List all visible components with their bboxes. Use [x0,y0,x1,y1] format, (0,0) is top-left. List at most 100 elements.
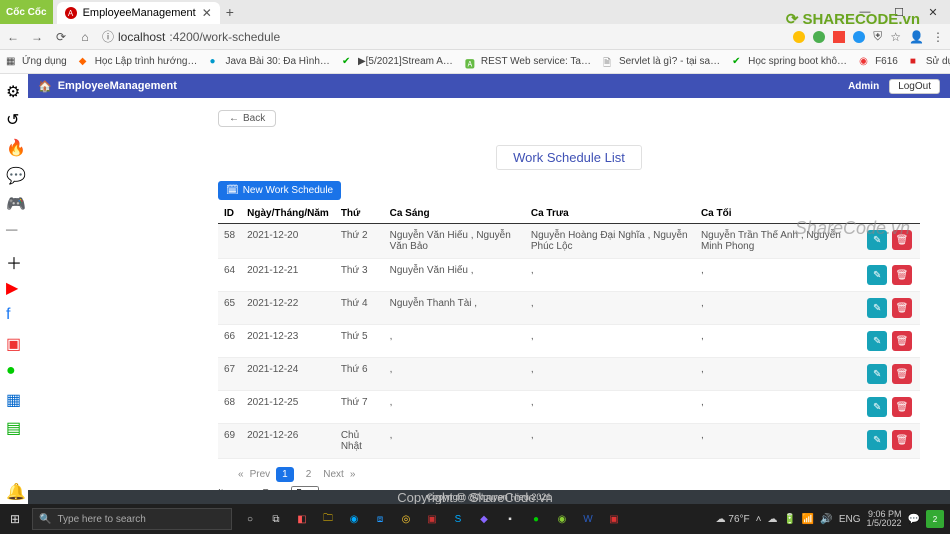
nav-home-icon[interactable]: ⌂ [78,30,92,44]
weather-widget[interactable]: ☁ 76°F [716,514,750,525]
edit-button[interactable]: ✎ [867,230,887,250]
gear-icon[interactable]: ⚙ [6,82,22,98]
app-icon[interactable]: ▣ [422,509,442,529]
tray-volume-icon[interactable]: 🔊 [820,514,832,525]
facebook-icon[interactable]: f [6,306,22,322]
bookmark-item[interactable]: ■Sử dụng Directive tr… [910,56,950,68]
browser-menu-icon[interactable]: ⋮ [932,30,944,44]
delete-button[interactable]: 🗑 [892,230,912,250]
ext-dot-icon[interactable]: ● [6,362,22,378]
edge-icon[interactable]: ◉ [344,509,364,529]
pager-next[interactable]: Next [323,469,344,480]
new-work-schedule-button[interactable]: 🗓 New Work Schedule [218,181,341,200]
table-row: 642021-12-21Thứ 3Nguyễn Văn Hiếu ,,, ✎ 🗑 [218,259,920,292]
notification-bell-icon[interactable]: 🔔 [6,482,22,498]
tray-lang[interactable]: ENG [839,514,861,525]
edit-button[interactable]: ✎ [867,397,887,417]
edit-button[interactable]: ✎ [867,265,887,285]
site-info-icon[interactable]: ⓘ [102,28,114,45]
delete-button[interactable]: 🗑 [892,265,912,285]
cortana-icon[interactable]: ○ [240,509,260,529]
cell-date: 2021-12-26 [241,424,335,459]
chrome-icon[interactable]: ◎ [396,509,416,529]
apps-shortcut[interactable]: ▦Ứng dụng [6,56,67,68]
delete-button[interactable]: 🗑 [892,364,912,384]
bookmark-item[interactable]: ◉F616 [859,56,898,68]
bookmark-star-icon[interactable]: ☆ [890,30,901,44]
vscode-icon[interactable]: ⧈ [370,509,390,529]
tray-battery-icon[interactable]: 🔋 [783,514,795,525]
nav-reload-icon[interactable]: ⟳ [54,30,68,44]
ext-square-icon[interactable]: ▣ [6,334,22,350]
app-icon[interactable]: ◧ [292,509,312,529]
edit-button[interactable]: ✎ [867,364,887,384]
explorer-icon[interactable]: 🗀 [318,509,338,529]
taskbar-search[interactable]: 🔍 Type here to search [32,508,232,530]
nav-back-icon[interactable]: ← [6,30,20,44]
logout-button[interactable]: LogOut [889,79,940,94]
cell-day: Thứ 7 [335,391,384,424]
window-close-icon[interactable]: ✕ [916,0,950,24]
notification-count[interactable]: 2 [926,510,944,528]
cell-morning: , [384,391,525,424]
browser-tab[interactable]: A EmployeeManagement ✕ [57,2,220,24]
close-tab-icon[interactable]: ✕ [202,6,212,20]
back-button[interactable]: ← Back [218,110,276,127]
start-button[interactable]: ⊞ [0,512,30,526]
browser-profile-icon[interactable]: 👤 [909,30,924,44]
nav-forward-icon[interactable]: → [30,30,44,44]
bookmark-item[interactable]: ✔Học spring boot khô… [732,56,847,68]
tray-chevron-icon[interactable]: ˄ [756,514,762,525]
edit-button[interactable]: ✎ [867,331,887,351]
pager-last-icon[interactable]: » [350,469,356,480]
bookmark-item[interactable]: ◆Học Lập trình hướng… [79,56,198,68]
delete-button[interactable]: 🗑 [892,397,912,417]
plus-icon[interactable]: ＋ [6,250,22,266]
delete-button[interactable]: 🗑 [892,331,912,351]
bookmark-item[interactable]: 🗎Servlet là gì? - tại sa… [603,56,720,68]
tray-wifi-icon[interactable]: 📶 [802,514,814,525]
ext-icon-green[interactable] [813,31,825,43]
skype-icon[interactable]: S [448,509,468,529]
ext-grid-icon[interactable]: ▤ [6,418,22,434]
tray-cloud-icon[interactable]: ☁ [767,514,777,525]
word-icon[interactable]: W [578,509,598,529]
vs-icon[interactable]: ◆ [474,509,494,529]
pager-prev[interactable]: Prev [250,469,271,480]
terminal-icon[interactable]: ▪ [500,509,520,529]
messenger-icon[interactable]: 💬 [6,166,22,182]
cell-noon: , [525,358,695,391]
app-icon[interactable]: ● [526,509,546,529]
taskview-icon[interactable]: ⧉ [266,509,286,529]
cell-evening: , [695,358,861,391]
pager-page-1[interactable]: 1 [276,467,294,482]
bookmark-item[interactable]: ●Java Bài 30: Đa Hình… [209,56,330,68]
history-icon[interactable]: ↺ [6,110,22,126]
url-display[interactable]: ⓘ localhost:4200/work-schedule [102,28,280,45]
url-host: localhost [118,30,165,44]
edit-button[interactable]: ✎ [867,298,887,318]
pager-first-icon[interactable]: « [238,469,244,480]
app-footer: Copyright @Nguyen Hieu 2021 [28,490,950,504]
edit-button[interactable]: ✎ [867,430,887,450]
bookmark-item[interactable]: ✔▶[5/2021]Stream A… [342,56,453,68]
col-day: Thứ [335,204,384,224]
delete-button[interactable]: 🗑 [892,298,912,318]
delete-button[interactable]: 🗑 [892,430,912,450]
new-tab-button[interactable]: + [220,0,240,24]
youtube-icon[interactable]: ▶ [6,278,22,294]
ext-icon-red[interactable] [833,31,845,43]
gamepad-icon[interactable]: 🎮 [6,194,22,210]
ext-cal-icon[interactable]: ▦ [6,390,22,406]
fire-icon[interactable]: 🔥 [6,138,22,154]
pager-page-2[interactable]: 2 [300,467,318,482]
ext-icon-blue[interactable] [853,31,865,43]
app-icon[interactable]: ▣ [604,509,624,529]
coccoc-icon[interactable]: ◉ [552,509,572,529]
ext-icon-yellow[interactable] [793,31,805,43]
tray-clock[interactable]: 9:06 PM 1/5/2022 [867,510,902,529]
notification-center-icon[interactable]: 💬 [908,514,920,525]
home-icon[interactable]: 🏠 [38,80,52,93]
ext-adblock-icon[interactable]: ⛨ [873,29,882,44]
bookmark-item[interactable]: 🅰REST Web service: Ta… [465,56,591,68]
